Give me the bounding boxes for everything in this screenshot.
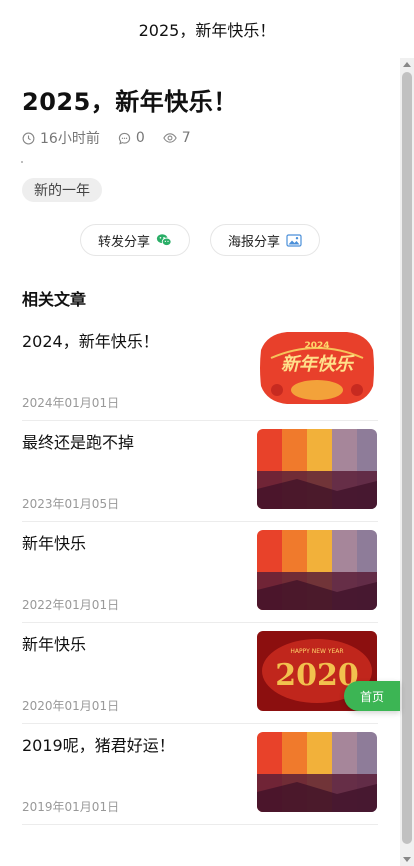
scrollbar[interactable] [400,58,414,866]
thumb-caption-text: 新年快乐 [281,354,355,375]
related-item[interactable]: 新年快乐 2020年01月01日 HAPPY NEW YEAR 2020 [22,623,378,724]
related-item-title: 2024，新年快乐！ [22,332,159,351]
comment-icon [118,132,130,145]
thumb-year-text: 2024 [304,341,329,351]
related-item-thumbnail [257,732,377,812]
thumb-caption-text: HAPPY NEW YEAR [290,648,343,655]
home-button[interactable]: 首页 [344,681,400,711]
related-item-date: 2022年01月01日 [22,598,120,612]
article-tag[interactable]: 新的一年 [22,178,102,202]
eye-icon [163,133,177,143]
article-meta: 16小时前 0 7 [22,128,209,148]
related-item-title: 新年快乐 [22,635,87,654]
scroll-down-arrow-icon[interactable] [403,857,411,862]
page-title: 2025，新年快乐！ [138,21,276,40]
related-item-thumbnail [257,429,377,509]
meta-comments-count: 0 [135,130,145,146]
related-item[interactable]: 2024，新年快乐！ 2024年01月01日 2024 新年快乐 [22,320,378,421]
related-list: 2024，新年快乐！ 2024年01月01日 2024 新年快乐 最终还是跑不掉… [22,320,378,825]
wechat-icon [156,234,172,246]
meta-time-text: 16小时前 [40,131,100,147]
poster-share-label: 海报分享 [227,234,280,250]
forward-share-button[interactable]: 转发分享 [80,224,190,256]
related-item[interactable]: 新年快乐 2022年01月01日 [22,522,378,623]
top-bar: 2025，新年快乐！ [0,0,414,58]
article-content[interactable]: 2025，新年快乐！ 16小时前 0 7 新的一年 转发分享 海报分享 相关文章… [0,58,400,866]
scrollbar-thumb[interactable] [402,72,412,844]
related-item-title: 新年快乐 [22,534,87,553]
meta-views: 7 [163,130,191,146]
related-item-date: 2020年01月01日 [22,699,120,713]
scroll-up-arrow-icon[interactable] [403,62,411,67]
related-item-title: 2019呢，猪君好运！ [22,736,175,755]
related-heading: 相关文章 [22,290,87,309]
meta-time: 16小时前 [22,128,100,148]
content-dot [21,161,23,163]
related-item-date: 2019年01月01日 [22,800,120,814]
forward-share-label: 转发分享 [97,234,150,250]
related-item-thumbnail [257,530,377,610]
related-item-date: 2023年01月05日 [22,497,120,511]
related-item[interactable]: 2019呢，猪君好运！ 2019年01月01日 [22,724,378,825]
poster-share-button[interactable]: 海报分享 [210,224,320,256]
clock-icon [22,132,35,144]
related-item-date: 2024年01月01日 [22,396,120,410]
meta-views-count: 7 [181,130,191,146]
related-item[interactable]: 最终还是跑不掉 2023年01月05日 [22,421,378,522]
image-icon [286,233,302,247]
article-title: 2025，新年快乐！ [22,88,238,116]
meta-comments[interactable]: 0 [118,130,145,146]
related-item-title: 最终还是跑不掉 [22,433,135,452]
related-item-thumbnail: 2024 新年快乐 [257,328,377,408]
